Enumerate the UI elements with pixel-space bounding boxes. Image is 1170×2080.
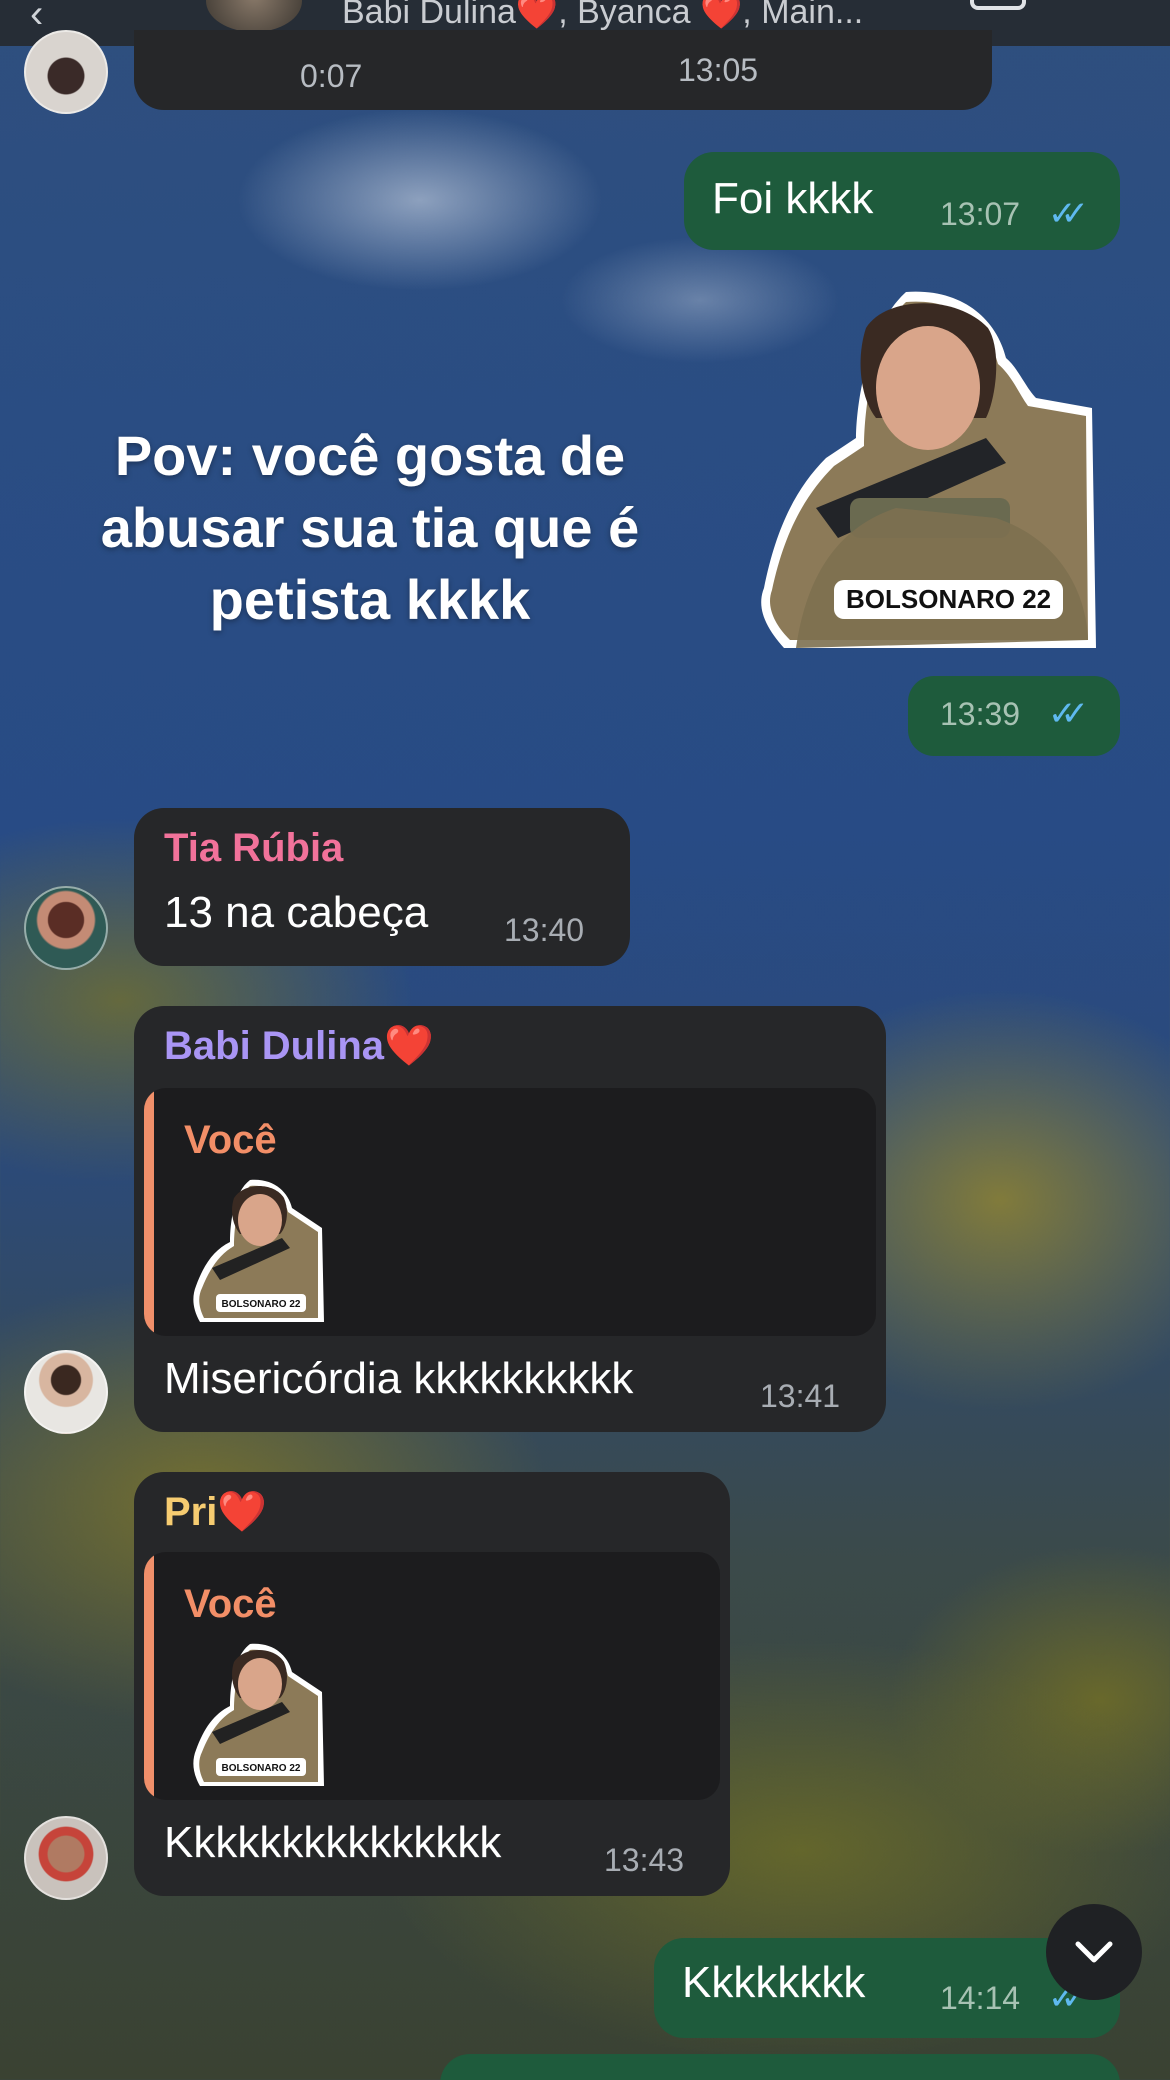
- reply-accent-bar: [144, 1552, 154, 1800]
- reply-accent-bar: [144, 1088, 154, 1336]
- message-time: 13:39: [940, 696, 1021, 732]
- sticker-time-chip: 13:39 ✓✓: [908, 676, 1120, 756]
- sticker-message[interactable]: BOLSONARO 22: [756, 288, 1100, 654]
- message-time: 13:40: [504, 912, 585, 948]
- reply-quote[interactable]: Você BOLSONARO 22: [144, 1552, 720, 1800]
- message-text: Kkkkkkkk: [682, 1958, 866, 2007]
- message-text: 13 na cabeça: [164, 888, 429, 937]
- message-time: 13:07: [940, 196, 1021, 232]
- chat-title[interactable]: Babi Dulina❤️, Byanca ❤️, Main...: [342, 0, 863, 32]
- wallpaper-caption: Pov: você gosta de abusar sua tia que é …: [100, 424, 640, 631]
- message-text: Foi kkkk: [712, 174, 874, 223]
- sticker-text: BOLSONARO 22: [834, 580, 1064, 619]
- read-ticks-icon: ✓✓: [1048, 195, 1089, 233]
- message-time: 14:14: [940, 1980, 1021, 2016]
- avatar[interactable]: [24, 1350, 108, 1434]
- sticker-thumbnail-label: BOLSONARO 22: [222, 1763, 301, 1774]
- group-avatar[interactable]: [206, 0, 302, 32]
- avatar[interactable]: [24, 886, 108, 970]
- chevron-down-icon: [1075, 1941, 1113, 1963]
- reply-quote[interactable]: Você BOLSONARO 22: [144, 1088, 876, 1336]
- chevron-left-icon[interactable]: ‹: [30, 0, 43, 34]
- sticker-thumbnail: BOLSONARO 22: [193, 1643, 324, 1786]
- sender-name[interactable]: Tia Rúbia: [164, 826, 343, 871]
- avatar[interactable]: [24, 30, 108, 114]
- message-time: 13:05: [678, 52, 759, 88]
- reply-author: Você: [184, 1118, 277, 1162]
- message-time: 13:43: [604, 1842, 685, 1878]
- audio-duration: 0:07: [300, 58, 363, 94]
- sender-name[interactable]: Pri❤️: [164, 1488, 267, 1535]
- message-text: Kkkkkkkkkkkkkkk: [164, 1818, 502, 1867]
- scroll-to-bottom-button[interactable]: [1046, 1904, 1142, 2000]
- video-call-icon[interactable]: [970, 0, 1026, 10]
- message-text: Misericórdia kkkkkkkkkk: [164, 1354, 634, 1403]
- message-time: 13:41: [760, 1378, 841, 1414]
- outgoing-message[interactable]: Foi kkkk 13:07 ✓✓: [684, 152, 1120, 250]
- incoming-message[interactable]: Tia Rúbia 13 na cabeça 13:40: [134, 808, 630, 966]
- incoming-message[interactable]: Babi Dulina❤️ Você BOLSONARO 22 Misericó…: [134, 1006, 886, 1432]
- sticker-thumbnail: BOLSONARO 22: [193, 1179, 324, 1322]
- sender-name[interactable]: Babi Dulina❤️: [164, 1022, 434, 1069]
- sticker-thumbnail-label: BOLSONARO 22: [222, 1299, 301, 1310]
- audio-message-bubble[interactable]: 0:07 13:05: [134, 30, 992, 110]
- avatar[interactable]: [24, 1816, 108, 1900]
- outgoing-message[interactable]: [440, 2054, 1120, 2080]
- incoming-message[interactable]: Pri❤️ Você BOLSONARO 22 Kkkkkkkkkkkkkkk …: [134, 1472, 730, 1896]
- read-ticks-icon: ✓✓: [1048, 695, 1089, 733]
- reply-author: Você: [184, 1582, 277, 1626]
